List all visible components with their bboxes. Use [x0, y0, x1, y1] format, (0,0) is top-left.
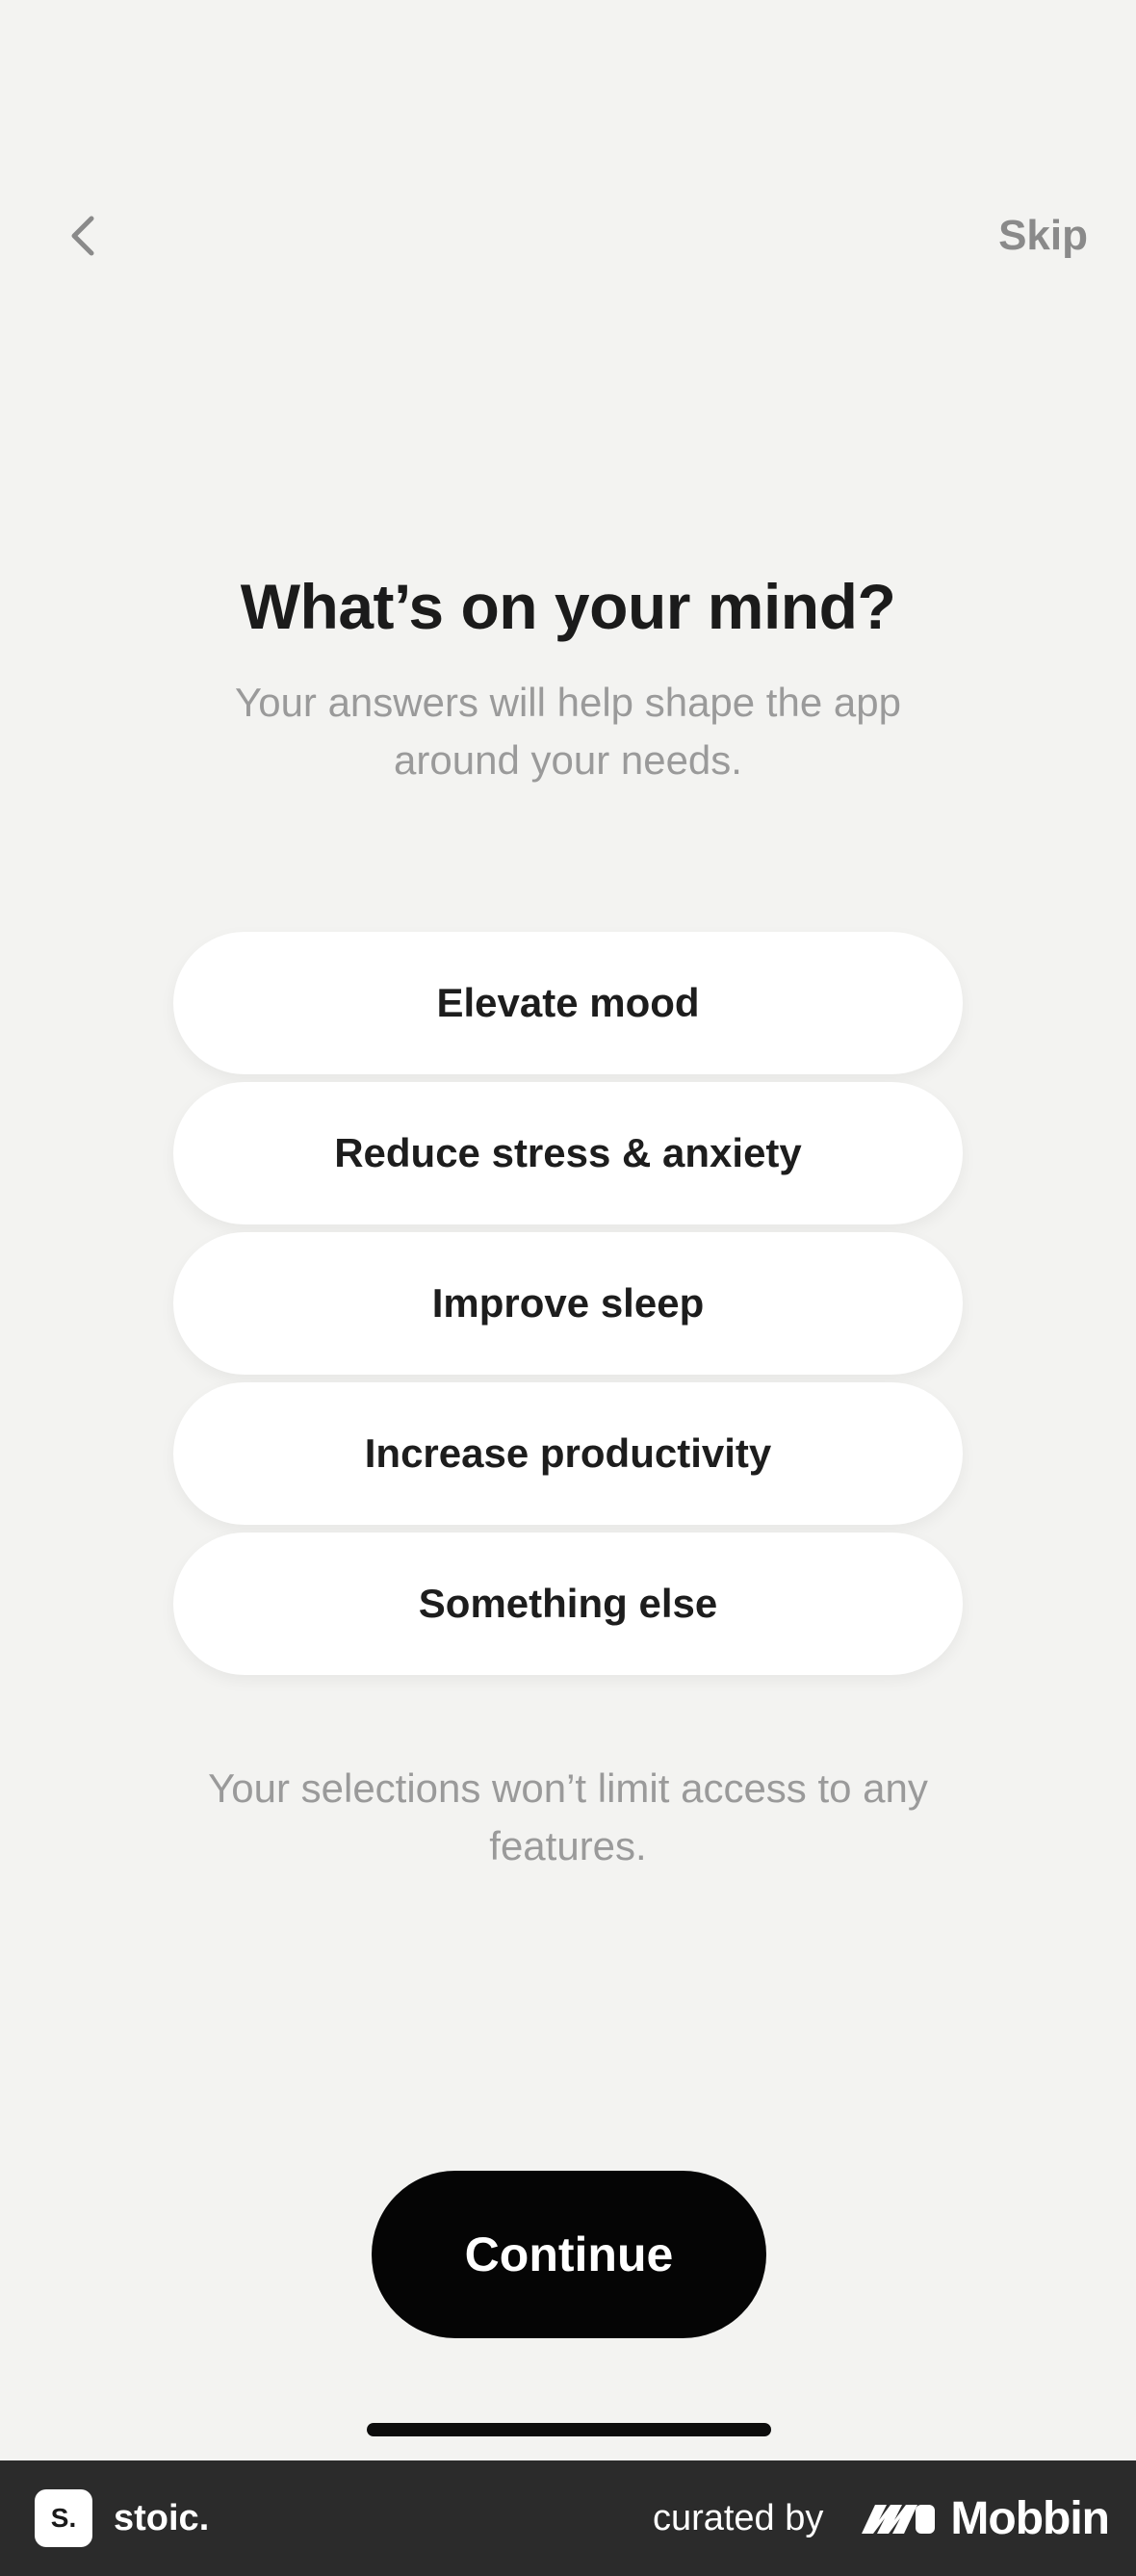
option-increase-productivity[interactable]: Increase productivity	[173, 1382, 963, 1525]
mobbin-logo-icon	[862, 2505, 936, 2534]
option-improve-sleep[interactable]: Improve sleep	[173, 1232, 963, 1375]
option-something-else[interactable]: Something else	[173, 1533, 963, 1675]
app-name: stoic.	[114, 2497, 210, 2538]
footer-app-info: S. stoic.	[35, 2489, 209, 2547]
app-logo: S.	[35, 2489, 92, 2547]
option-reduce-stress[interactable]: Reduce stress & anxiety	[173, 1082, 963, 1224]
page-subtitle: Your answers will help shape the app aro…	[235, 680, 901, 783]
curated-label: curated by	[652, 2497, 824, 2538]
skip-button[interactable]: Skip	[998, 202, 1088, 270]
brand-name: Mobbin	[950, 2492, 1110, 2544]
footer-credit: curated by Mobbin	[652, 2492, 1110, 2545]
footer-bar: S. stoic. curated by Mobbin	[0, 2460, 1136, 2576]
options-list: Elevate mood Reduce stress & anxiety Imp…	[173, 932, 963, 1675]
chevron-left-icon	[71, 216, 94, 256]
option-elevate-mood[interactable]: Elevate mood	[173, 932, 963, 1074]
brand: Mobbin	[858, 2492, 1110, 2545]
home-indicator	[367, 2423, 771, 2436]
onboarding-screen: Skip What’s on your mind? Your answers w…	[0, 0, 1136, 2460]
selection-note: Your selections won’t limit access to an…	[208, 1765, 928, 1868]
back-button[interactable]	[54, 202, 112, 270]
page-title: What’s on your mind?	[240, 571, 896, 642]
continue-button[interactable]: Continue	[372, 2171, 766, 2338]
